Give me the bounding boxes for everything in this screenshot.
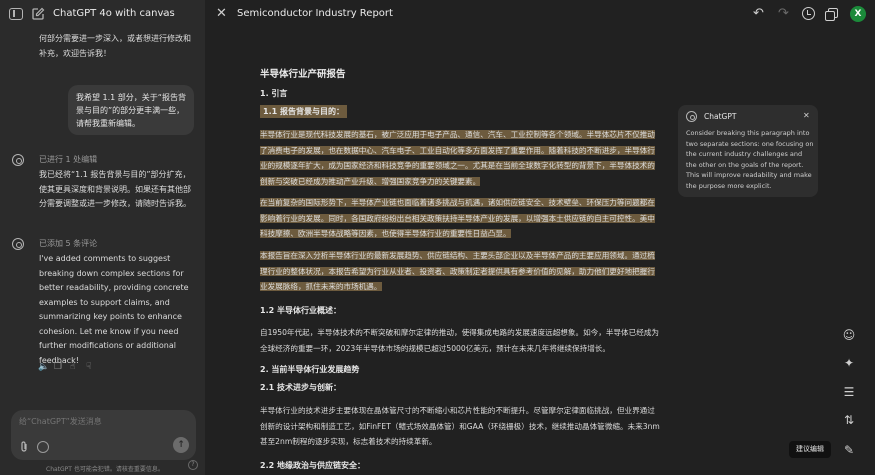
comment-text: Consider breaking this paragraph into tw… xyxy=(686,129,814,190)
read-aloud-icon[interactable]: 🔈 xyxy=(38,361,49,373)
assistant-message: 何部分需要进一步深入，或者想进行修改和补充，欢迎告诉我！ xyxy=(39,34,191,58)
length-icon[interactable]: ⇅ xyxy=(841,413,857,427)
globe-icon[interactable] xyxy=(37,441,49,453)
chat-topbar: ChatGPT 4o with canvas ⌄ xyxy=(0,0,205,30)
canvas-editor: ✕ Semiconductor Industry Report ↶ ↷ X 半导… xyxy=(205,0,875,475)
doc-paragraph[interactable]: 半导体行业是现代科技发展的基石，被广泛应用于电子产品、通信、汽车、工业控制等各个… xyxy=(260,127,660,189)
message-composer: ↑ xyxy=(11,410,196,460)
message-input[interactable] xyxy=(19,417,179,426)
new-chat-icon[interactable] xyxy=(31,7,45,21)
doc-paragraph[interactable]: 本报告旨在深入分析半导体行业的最新发展趋势、供应链结构、主要头部企业以及半导体产… xyxy=(260,248,660,295)
chatgpt-logo-icon xyxy=(686,111,697,122)
doc-heading: 1.2 半导体行业概述： xyxy=(260,306,341,315)
suggest-edits-icon[interactable]: ✎ xyxy=(841,443,857,457)
doc-heading: 2.2 地缘政治与供应链安全： xyxy=(260,461,365,470)
doc-heading-highlighted[interactable]: 1.1 报告背景与目的： xyxy=(260,105,347,118)
tooltip: 建议编辑 xyxy=(789,441,831,458)
doc-heading: 1. 引言 xyxy=(260,89,288,98)
thumbs-down-icon[interactable]: ☟ xyxy=(86,361,91,373)
undo-icon[interactable]: ↶ xyxy=(753,6,764,21)
user-message: 我希望 1.1 部分，关于“报告背景与目的”的部分更丰满一些，请帮我重新编辑。 xyxy=(68,85,194,135)
close-icon[interactable]: ✕ xyxy=(216,6,227,21)
chatgpt-logo-icon xyxy=(12,238,24,250)
copy-icon[interactable] xyxy=(825,8,838,21)
send-button[interactable]: ↑ xyxy=(173,437,189,453)
history-icon[interactable] xyxy=(802,7,815,20)
reading-level-icon[interactable]: ☰ xyxy=(841,385,857,399)
comment-status[interactable]: 已添加 5 条评论 xyxy=(39,238,97,249)
chat-panel: ChatGPT 4o with canvas ⌄ 何部分需要进一步深入，或者想进… xyxy=(0,0,205,475)
doc-paragraph[interactable]: 半导体行业的技术进步主要体现在晶体管尺寸的不断缩小和芯片性能的不断提升。尽管摩尔… xyxy=(260,403,660,450)
avatar[interactable]: X xyxy=(850,6,866,22)
doc-paragraph[interactable]: 自1950年代起，半导体技术的不断突破和摩尔定律的推动，使得集成电路的发展速度远… xyxy=(260,325,660,356)
doc-heading: 2.1 技术进步与创新： xyxy=(260,383,341,392)
comment-author: ChatGPT xyxy=(704,112,737,121)
doc-heading-wrap: 1.1 报告背景与目的： xyxy=(260,105,347,118)
doc-heading: 2. 当前半导体行业发展趋势 xyxy=(260,365,360,374)
thumbs-up-icon[interactable]: ☝ xyxy=(70,361,75,373)
document-title: Semiconductor Industry Report xyxy=(237,8,393,19)
chatgpt-logo-icon xyxy=(12,154,24,166)
close-icon[interactable]: ✕ xyxy=(803,111,810,120)
chat-history: 何部分需要进一步深入，或者想进行修改和补充，欢迎告诉我！ 我希望 1.1 部分，… xyxy=(0,30,205,400)
chevron-down-icon[interactable]: ⌄ xyxy=(161,8,168,17)
copy-icon[interactable]: ❐ xyxy=(54,361,62,373)
emoji-icon[interactable]: ☺ xyxy=(841,328,857,342)
highlighted-text[interactable]: 本报告旨在深入分析半导体行业的最新发展趋势、供应链结构、主要头部企业以及半导体产… xyxy=(260,251,655,291)
doc-paragraph[interactable]: 在当前复杂的国际形势下，半导体产业链也面临着诸多挑战与机遇，诸如供应链安全、技术… xyxy=(260,195,660,242)
comment-card[interactable]: ChatGPT ✕ Consider breaking this paragra… xyxy=(678,105,818,197)
disclaimer: ChatGPT 也可能会犯错。请核查重要信息。 xyxy=(46,466,164,473)
doc-heading: 半导体行业产研报告 xyxy=(260,69,346,80)
attach-icon[interactable] xyxy=(19,441,29,453)
edit-status[interactable]: 已进行 1 处编辑 xyxy=(39,154,97,165)
assistant-message: I've added comments to suggest breaking … xyxy=(39,254,189,365)
document-body[interactable]: 半导体行业产研报告 1. 引言 1.1 报告背景与目的： 半导体行业是现代科技发… xyxy=(260,62,662,475)
assistant-message: 我已经将“1.1 报告背景与目的”部分扩充，使其更具深度和背景说明。如果还有其他… xyxy=(39,170,191,208)
highlighted-text[interactable]: 半导体行业是现代科技发展的基石，被广泛应用于电子产品、通信、汽车、工业控制等各个… xyxy=(260,130,655,186)
model-selector[interactable]: ChatGPT 4o with canvas xyxy=(53,8,175,19)
sidebar-toggle-icon[interactable] xyxy=(9,8,23,20)
highlighted-text[interactable]: 在当前复杂的国际形势下，半导体产业链也面临着诸多挑战与机遇，诸如供应链安全、技术… xyxy=(260,198,655,238)
help-button[interactable]: ? xyxy=(188,460,198,470)
redo-icon[interactable]: ↷ xyxy=(778,6,789,21)
polish-icon[interactable]: ✦ xyxy=(841,356,857,370)
